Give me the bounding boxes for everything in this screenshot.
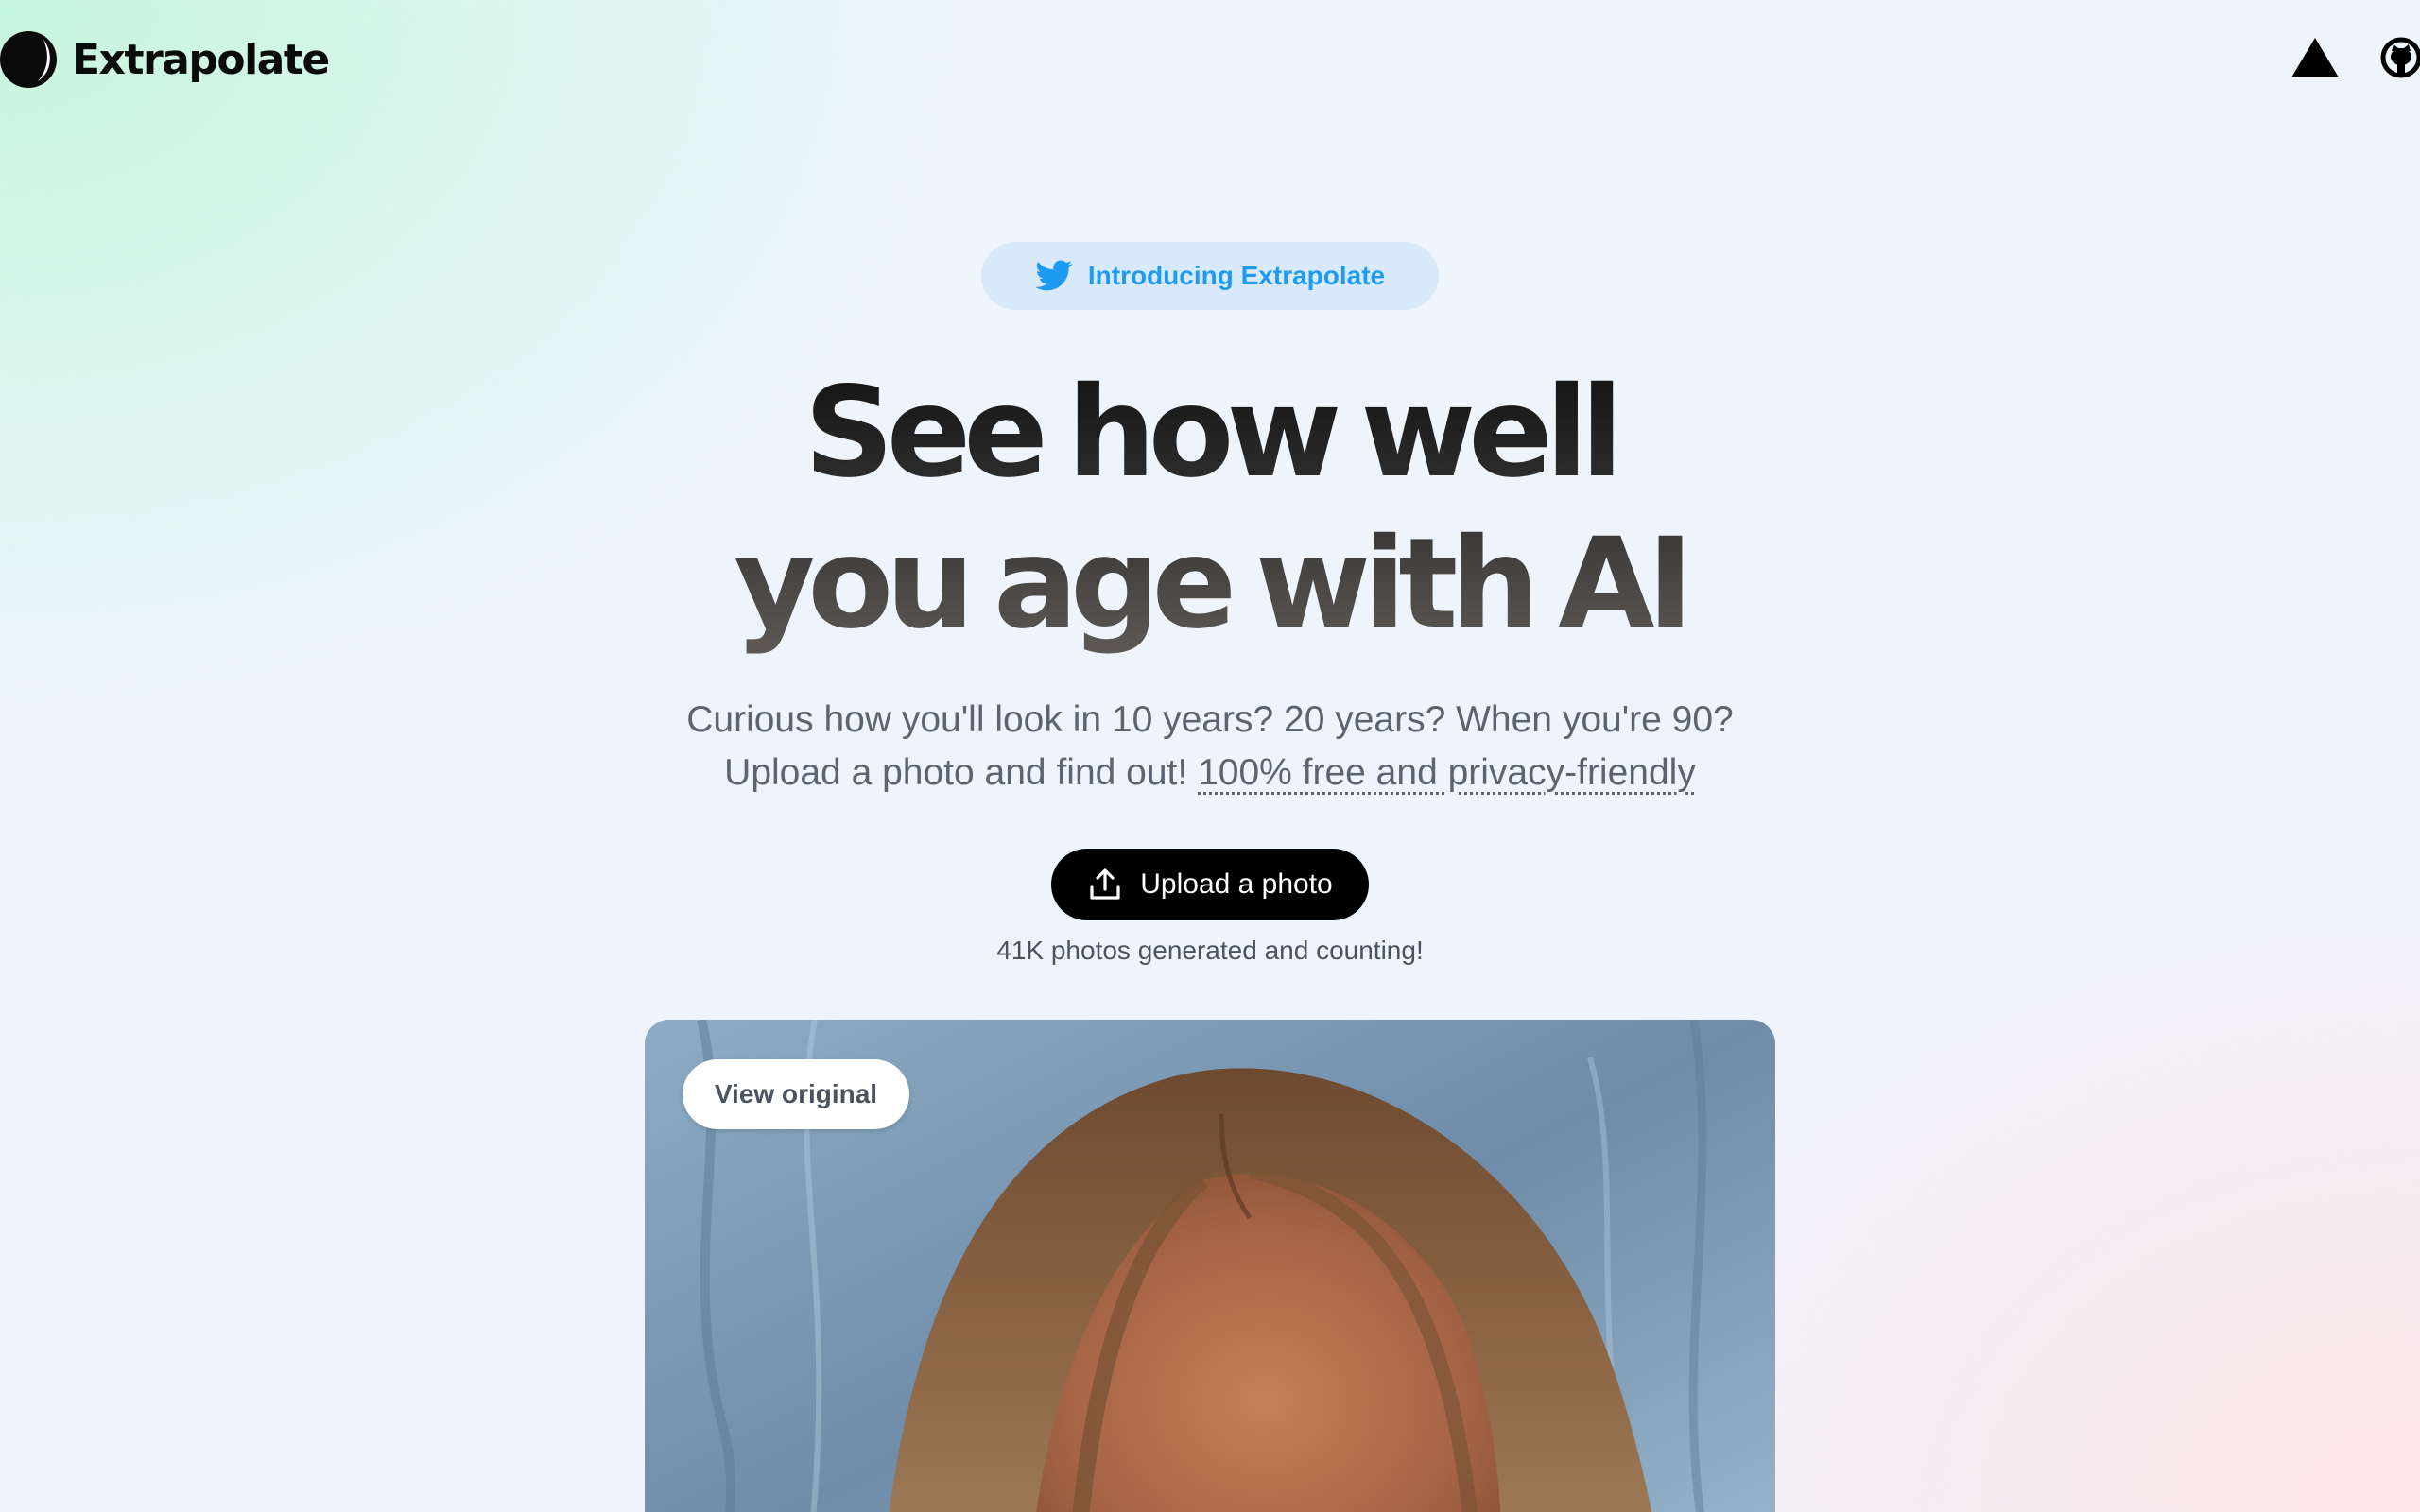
photos-counter: 41K photos generated and counting! bbox=[996, 936, 1424, 965]
upload-icon bbox=[1090, 868, 1120, 900]
announcement-pill[interactable]: Introducing Extrapolate bbox=[981, 242, 1439, 310]
announcement-label: Introducing Extrapolate bbox=[1087, 261, 1386, 290]
headline-line-1: See how well bbox=[804, 360, 1616, 506]
view-original-button[interactable]: View original bbox=[683, 1059, 909, 1129]
upload-label: Upload a photo bbox=[1140, 868, 1333, 900]
upload-photo-button[interactable]: Upload a photo bbox=[1051, 849, 1369, 920]
vercel-link[interactable] bbox=[2290, 34, 2341, 81]
subtitle-line-2-text: Upload a photo and find out! bbox=[724, 752, 1188, 793]
subtitle-line-1: Curious how you'll look in 10 years? 20 … bbox=[686, 699, 1734, 740]
preview-card: View original bbox=[645, 1020, 1775, 1512]
brand[interactable]: Extrapolate bbox=[0, 28, 330, 91]
github-link[interactable] bbox=[2378, 36, 2420, 79]
hero-subtitle: Curious how you'll look in 10 years? 20 … bbox=[548, 694, 1872, 799]
privacy-link[interactable]: 100% free and privacy-friendly bbox=[1198, 752, 1696, 793]
headline-line-2: you age with AI bbox=[734, 511, 1686, 657]
hero-headline: See how well you age with AI bbox=[548, 357, 1872, 660]
twitter-bird-icon bbox=[1035, 260, 1073, 291]
header-actions bbox=[2290, 34, 2420, 81]
brand-name: Extrapolate bbox=[72, 35, 330, 84]
crescent-moon-logo-icon bbox=[0, 31, 57, 88]
subtitle-line-2: Upload a photo and find out! 100% free a… bbox=[548, 747, 1872, 799]
vercel-triangle-icon bbox=[2291, 38, 2339, 77]
github-icon bbox=[2380, 37, 2420, 78]
